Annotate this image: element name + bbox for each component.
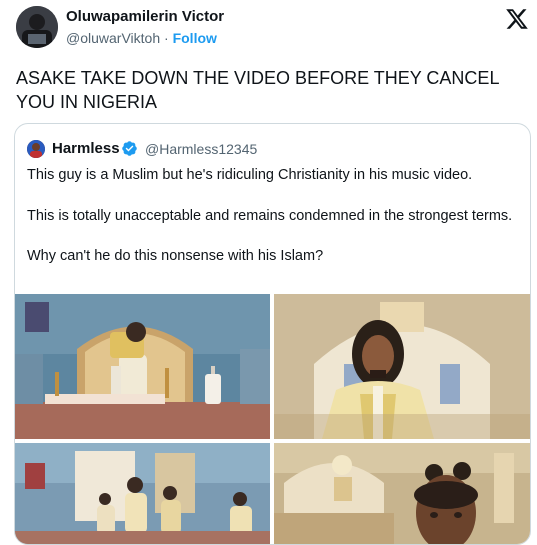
author-handle[interactable]: @oluwarViktoh xyxy=(66,30,160,46)
quoted-paragraph-3: Why can't he do this nonsense with his I… xyxy=(27,248,324,264)
quoted-paragraph-1: This guy is a Muslim but he's ridiculing… xyxy=(27,167,473,183)
media-photo-group[interactable] xyxy=(15,443,270,544)
media-grid xyxy=(15,294,530,544)
verified-badge-icon xyxy=(121,140,138,157)
separator-dot: · xyxy=(164,30,169,46)
quoted-author-name[interactable]: Harmless xyxy=(52,140,120,157)
media-photo-closeup[interactable] xyxy=(274,443,530,544)
quoted-paragraph-2: This is totally unacceptable and remains… xyxy=(27,207,513,224)
media-photo-priest[interactable] xyxy=(274,294,530,439)
author-handle-row: @oluwarViktoh · Follow xyxy=(66,30,217,46)
quoted-tweet-text: This guy is a Muslim but he's ridiculing… xyxy=(27,165,517,287)
tweet-text: ASAKE TAKE DOWN THE VIDEO BEFORE THEY CA… xyxy=(16,68,499,112)
author-name[interactable]: Oluwapamilerin Victor xyxy=(66,8,224,25)
media-photo-altar[interactable] xyxy=(15,294,270,439)
x-logo-icon[interactable] xyxy=(505,7,529,31)
author-avatar[interactable] xyxy=(16,6,58,48)
follow-button[interactable]: Follow xyxy=(173,30,217,46)
quoted-author-avatar[interactable] xyxy=(27,140,45,158)
quoted-author-handle[interactable]: @Harmless12345 xyxy=(145,141,257,157)
quoted-tweet-card[interactable]: Harmless @Harmless12345 This guy is a Mu… xyxy=(14,123,531,545)
